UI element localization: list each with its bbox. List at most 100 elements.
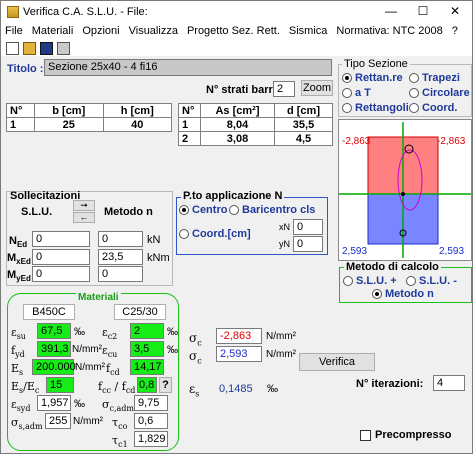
xn-input[interactable]: 0 <box>293 219 323 235</box>
radio-rettangolare[interactable]: Rettan.re <box>342 72 403 84</box>
radio-trapezi[interactable]: Trapezi <box>409 72 460 84</box>
arrow-left-button[interactable]: ← <box>73 212 95 223</box>
menu-file[interactable]: File <box>5 25 23 37</box>
sigma-c-top-symbol: σc <box>189 331 202 348</box>
ssadm-unit: N/mm² <box>73 416 103 427</box>
radio-metodo-n[interactable]: Metodo n <box>372 288 434 300</box>
ned-slu-input[interactable]: 0 <box>32 231 90 247</box>
app-window: Verifica C.A. S.L.U. - File: — ☐ ✕ File … <box>0 0 473 454</box>
esyd-symbol: εsyd <box>11 398 31 414</box>
toolbar <box>1 40 472 56</box>
radio-selected-icon <box>179 205 189 216</box>
menu-help[interactable]: ? <box>452 25 458 37</box>
radio-slu-plus[interactable]: S.L.U. + <box>343 275 397 287</box>
app-icon <box>7 5 19 18</box>
sigma-c-top-unit: N/mm² <box>266 331 296 342</box>
menu-opzioni[interactable]: Opzioni <box>82 25 119 37</box>
myed-slu-input[interactable]: 0 <box>32 266 90 282</box>
mxed-unit: kNm <box>147 252 170 264</box>
ned-label: NEd <box>9 235 28 250</box>
radio-coord[interactable]: Coord. <box>409 102 457 114</box>
esu-input[interactable]: 67,5 <box>37 323 71 339</box>
yn-input[interactable]: 0 <box>293 236 323 252</box>
menu-materiali[interactable]: Materiali <box>32 25 74 37</box>
ratio-input[interactable]: 15 <box>46 377 74 393</box>
fcc-input[interactable]: 0,8 <box>137 377 157 393</box>
ec2-symbol: εc2 <box>102 326 118 342</box>
window-title: Verifica C.A. S.L.U. - File: <box>23 5 148 18</box>
radio-slu-minus[interactable]: S.L.U. - <box>406 275 457 287</box>
esu-unit: ‰ <box>74 326 85 338</box>
ec2-input[interactable]: 2 <box>130 323 164 339</box>
scadm-input: 9,75 <box>134 395 168 411</box>
radio-circolare[interactable]: Circolare <box>409 87 470 99</box>
fyd-symbol: fyd <box>11 344 25 360</box>
punto-applicazione-title: P.to applicazione N <box>181 190 285 202</box>
myed-label: MyEd <box>7 269 31 284</box>
tc1-input: 1,829 <box>134 431 168 447</box>
table-row[interactable]: 2 3,08 4,5 <box>178 131 334 146</box>
new-file-icon[interactable] <box>6 41 19 55</box>
myed-n-input[interactable]: 0 <box>98 266 143 282</box>
table-row[interactable]: 1 8,04 35,5 <box>178 117 334 132</box>
section-drawing: -2,863 -2,863 2,593 2,593 <box>338 119 472 261</box>
print-icon[interactable] <box>57 41 70 55</box>
titolo-label: Titolo : <box>7 63 44 75</box>
fcd-symbol: fcd <box>106 362 120 378</box>
radio-selected-icon <box>372 289 382 300</box>
ssadm-symbol: σs,adm <box>11 416 43 432</box>
radio-centro[interactable]: Centro <box>179 204 227 216</box>
checkbox-icon <box>360 429 371 441</box>
help-button[interactable]: ? <box>159 377 172 393</box>
stress-top-left: -2,863 <box>342 136 371 147</box>
zoom-button[interactable]: Zoom <box>301 80 333 96</box>
menu-progetto[interactable]: Progetto Sez. Rett. <box>187 25 280 37</box>
radio-icon <box>409 103 419 114</box>
radio-icon <box>342 88 352 99</box>
precompresso-checkbox[interactable]: Precompresso <box>360 429 451 441</box>
radio-baricentro[interactable]: Baricentro cls <box>229 204 315 216</box>
menu-normativa[interactable]: Normativa: NTC 2008 <box>336 25 442 37</box>
maximize-button[interactable]: ☐ <box>407 1 439 22</box>
mxed-slu-input[interactable]: 0 <box>32 249 90 265</box>
es-symbol: Es <box>11 362 24 378</box>
ecu-input[interactable]: 3,5 <box>130 341 164 357</box>
sigma-c-bottom-unit: N/mm² <box>266 349 296 360</box>
close-button[interactable]: ✕ <box>439 1 471 22</box>
tc0-input: 0,6 <box>134 413 168 429</box>
iterazioni-label: N° iterazioni: <box>356 378 424 390</box>
arrow-right-button[interactable]: ➞ <box>73 200 95 211</box>
fcd-input[interactable]: 14,17 <box>130 359 164 375</box>
fyd-input[interactable]: 391,3 <box>37 341 71 357</box>
table-row[interactable]: 1 25 40 <box>6 117 172 132</box>
fcc-symbol: fcc / fcd <box>98 380 136 396</box>
arrow-left-icon: ← <box>79 212 89 222</box>
section-header-n: N° <box>6 103 35 118</box>
radio-a-t[interactable]: a T <box>342 87 371 99</box>
section-table: N° b [cm] h [cm] 1 25 40 <box>6 103 172 132</box>
steel-class-button[interactable]: B450C <box>23 304 75 320</box>
menu-visualizza[interactable]: Visualizza <box>129 25 178 37</box>
ssadm-input[interactable]: 255 <box>45 413 71 429</box>
titolo-input[interactable]: Sezione 25x40 - 4 fi16 <box>44 59 332 76</box>
open-folder-icon[interactable] <box>23 41 36 55</box>
verifica-button[interactable]: Verifica <box>299 353 375 371</box>
menu-sismica[interactable]: Sismica <box>289 25 328 37</box>
ned-n-input[interactable]: 0 <box>98 231 143 247</box>
esu-symbol: εsu <box>11 326 26 342</box>
tc0-symbol: τco <box>112 416 128 432</box>
concrete-class-button[interactable]: C25/30 <box>114 304 166 320</box>
save-icon[interactable] <box>40 41 53 55</box>
minimize-button[interactable]: — <box>375 1 407 22</box>
radio-coord-cm[interactable]: Coord.[cm] <box>179 228 251 240</box>
stress-bottom-right: 2,593 <box>439 246 465 257</box>
slu-column-label: S.L.U. <box>21 206 53 218</box>
mxed-label: MxEd <box>7 252 31 267</box>
bars-header-as: As [cm²] <box>200 103 275 118</box>
strati-input[interactable]: 2 <box>273 81 295 97</box>
mxed-n-input[interactable]: 23,5 <box>98 249 143 265</box>
iterazioni-input[interactable]: 4 <box>433 375 465 391</box>
radio-icon <box>409 88 419 99</box>
es-input[interactable]: 200.000 <box>32 359 76 375</box>
radio-rettangoli[interactable]: Rettangoli <box>342 102 409 114</box>
